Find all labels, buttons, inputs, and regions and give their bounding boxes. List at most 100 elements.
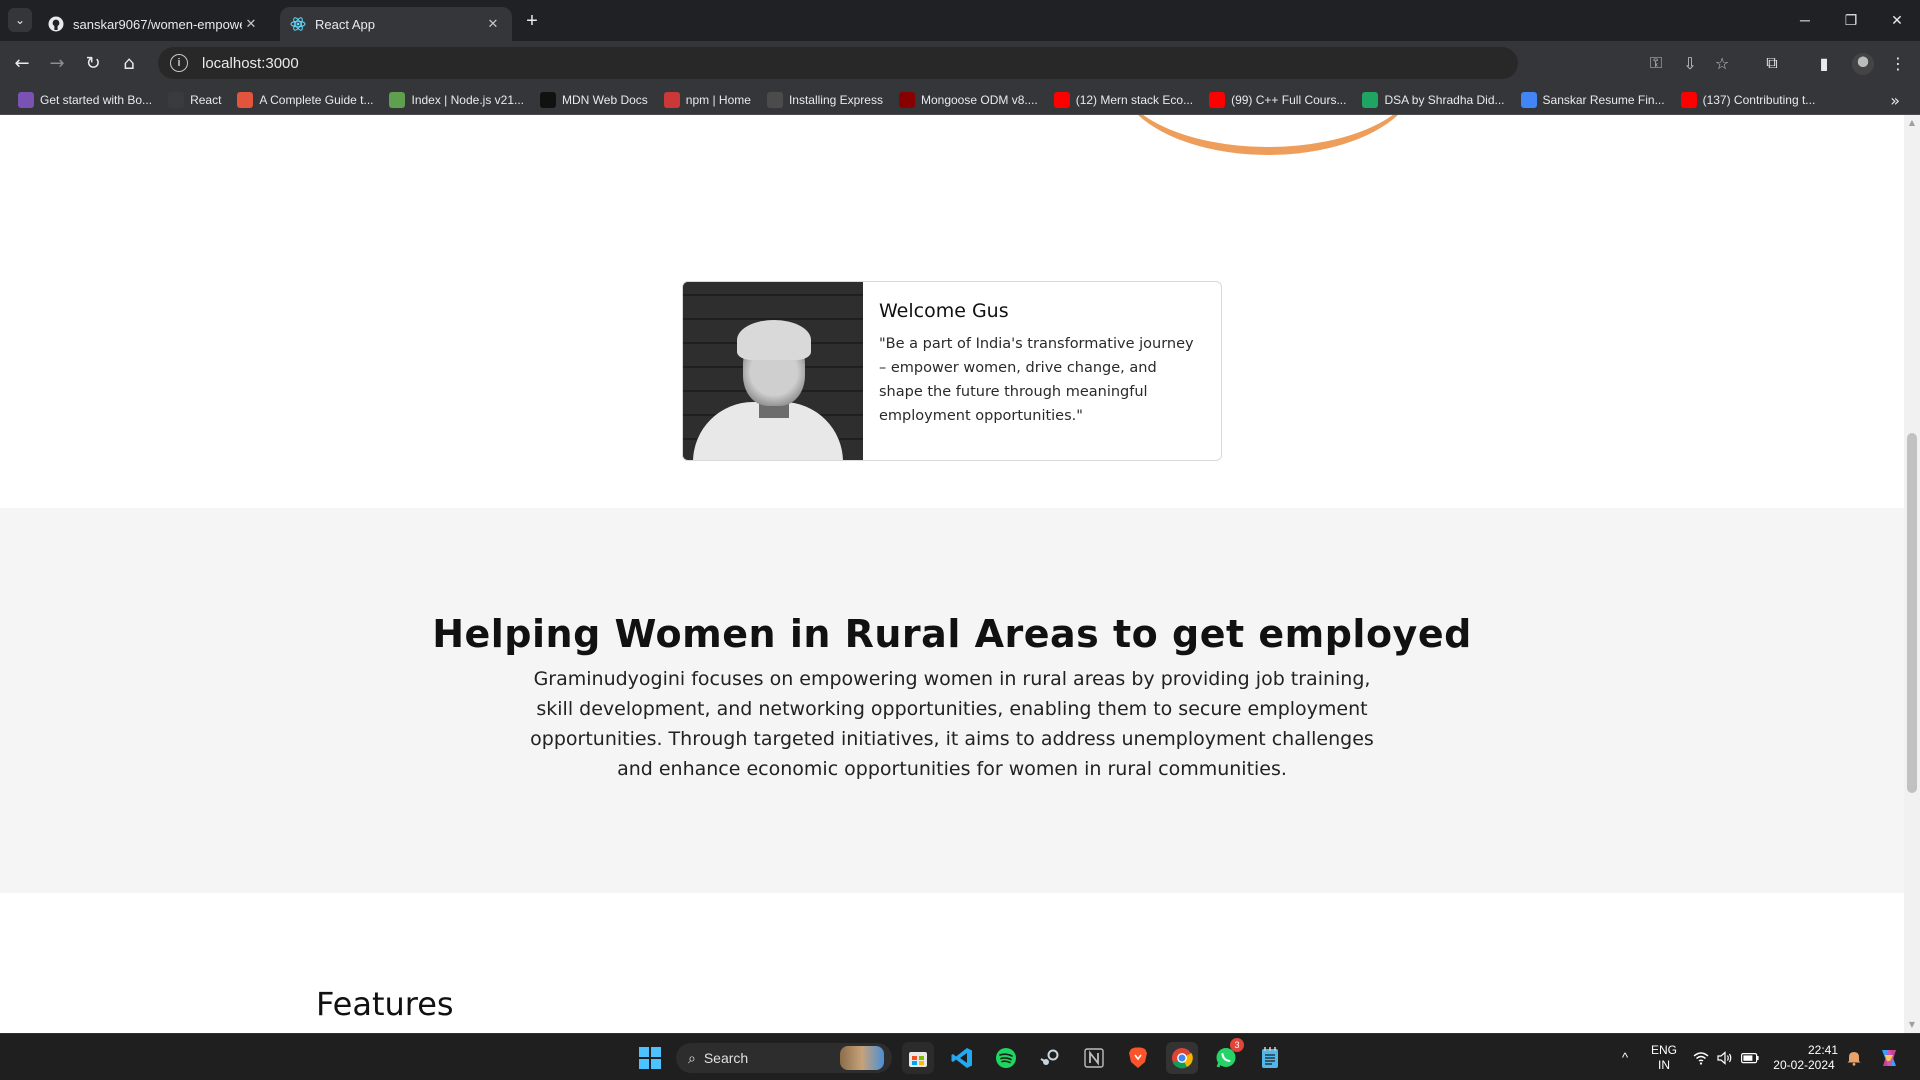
notion-icon[interactable] xyxy=(1078,1042,1110,1074)
volume-icon[interactable] xyxy=(1714,1034,1736,1080)
whatsapp-notification-badge: 3 xyxy=(1230,1038,1244,1052)
password-key-icon[interactable]: ⚿ xyxy=(1642,49,1670,77)
profile-avatar[interactable] xyxy=(1852,53,1874,75)
language-indicator[interactable]: ENG IN xyxy=(1648,1034,1680,1080)
taskbar-search-box[interactable]: ⌕ Search xyxy=(676,1043,892,1073)
restore-window-icon[interactable]: ❐ xyxy=(1828,4,1874,36)
forward-arrow-icon[interactable]: → xyxy=(43,49,71,77)
brave-browser-icon[interactable] xyxy=(1122,1042,1154,1074)
welcome-quote: "Be a part of India's transformative jou… xyxy=(879,336,1194,424)
scrollbar-thumb[interactable] xyxy=(1907,433,1917,793)
search-icon: ⌕ xyxy=(688,1049,696,1066)
welcome-title: Welcome Gus xyxy=(879,300,1009,322)
star-burst-icon xyxy=(237,91,254,108)
bookmark-item[interactable]: MDN Web Docs xyxy=(532,87,656,113)
whatsapp-icon[interactable]: 3 xyxy=(1210,1038,1244,1074)
bookmark-label: React xyxy=(190,92,222,107)
tab-github[interactable]: sanskar9067/women-empowerm ✕ xyxy=(38,7,270,41)
youtube-icon xyxy=(1209,91,1226,108)
bookmark-item[interactable]: A Complete Guide t... xyxy=(229,87,381,113)
region-code: IN xyxy=(1658,1057,1670,1072)
mdn-icon xyxy=(540,91,556,108)
clock-time: 22:41 xyxy=(1807,1042,1838,1057)
show-hidden-icons-chevron-icon[interactable]: ^ xyxy=(1612,1034,1638,1080)
close-window-icon[interactable]: ✕ xyxy=(1874,4,1920,36)
nodejs-icon xyxy=(389,91,406,108)
chrome-icon[interactable] xyxy=(1166,1042,1198,1074)
features-heading: Features xyxy=(316,985,454,1023)
steam-icon[interactable] xyxy=(1034,1042,1066,1074)
bookmark-item[interactable]: Installing Express xyxy=(759,87,891,113)
new-tab-button[interactable]: + xyxy=(520,9,544,33)
bookmark-label: MDN Web Docs xyxy=(562,92,648,107)
react-icon xyxy=(168,91,185,108)
more-bookmarks-chevron-icon[interactable]: » xyxy=(1890,87,1900,113)
address-bar[interactable]: i localhost:3000 xyxy=(158,47,1518,79)
mission-heading: Helping Women in Rural Areas to get empl… xyxy=(432,612,1472,656)
vscode-icon[interactable] xyxy=(946,1042,978,1074)
page-scrollbar[interactable]: ▲ ▼ xyxy=(1904,115,1920,1033)
bookmark-label: Sanskar Resume Fin... xyxy=(1542,92,1665,107)
bookmark-item[interactable]: Index | Node.js v21... xyxy=(381,87,532,113)
notification-bell-icon[interactable] xyxy=(1842,1034,1866,1080)
welcome-card: Welcome Gus "Be a part of India's transf… xyxy=(682,281,1222,461)
scroll-down-arrow-icon[interactable]: ▼ xyxy=(1908,1021,1916,1029)
bookmark-item[interactable]: Sanskar Resume Fin... xyxy=(1513,87,1673,113)
page-viewport: Welcome Gus "Be a part of India's transf… xyxy=(0,115,1904,1033)
extensions-puzzle-icon[interactable]: ⧉ xyxy=(1758,49,1786,77)
close-tab-icon[interactable]: ✕ xyxy=(484,15,502,33)
url-text[interactable]: localhost:3000 xyxy=(202,55,299,72)
scroll-up-arrow-icon[interactable]: ▲ xyxy=(1908,119,1916,127)
bookmark-label: Installing Express xyxy=(788,92,883,107)
clock-date: 20-02-2024 xyxy=(1773,1057,1835,1072)
react-icon xyxy=(290,16,306,32)
spotify-icon[interactable] xyxy=(990,1042,1022,1074)
windows-start-icon[interactable] xyxy=(634,1042,666,1074)
battery-icon[interactable] xyxy=(1738,1034,1762,1080)
tab-title: React App xyxy=(315,16,375,32)
tab-react-app[interactable]: React App ✕ xyxy=(280,7,512,41)
bookmark-label: Index | Node.js v21... xyxy=(411,92,524,107)
docs-icon xyxy=(1520,91,1537,108)
windows-taskbar: ⌕ Search 3 ^ ENG IN 22:41 20-02-2024 xyxy=(0,1033,1920,1080)
site-info-icon[interactable]: i xyxy=(170,54,188,72)
bookmark-item[interactable]: React xyxy=(160,87,229,113)
bookmark-item[interactable]: Mongoose ODM v8.... xyxy=(891,87,1046,113)
notepad-icon[interactable] xyxy=(1254,1042,1286,1074)
side-panel-icon[interactable]: ▮ xyxy=(1810,49,1838,77)
bookmark-item[interactable]: (12) Mern stack Eco... xyxy=(1046,87,1201,113)
back-arrow-icon[interactable]: ← xyxy=(8,49,36,77)
reload-icon[interactable]: ↻ xyxy=(79,49,107,77)
user-photo xyxy=(683,282,863,460)
youtube-icon xyxy=(1680,91,1697,108)
bookmark-star-icon[interactable]: ☆ xyxy=(1708,49,1736,77)
bookmark-label: DSA by Shradha Did... xyxy=(1384,92,1505,107)
bookmark-label: A Complete Guide t... xyxy=(259,92,374,107)
copilot-icon[interactable] xyxy=(1874,1034,1904,1080)
install-app-icon[interactable]: ⇩ xyxy=(1676,49,1704,77)
home-icon[interactable]: ⌂ xyxy=(115,49,143,77)
bookmark-label: (99) C++ Full Cours... xyxy=(1231,92,1347,107)
bookmark-item[interactable]: DSA by Shradha Did... xyxy=(1354,87,1512,113)
browser-menu-icon[interactable]: ⋮ xyxy=(1884,49,1912,77)
taskbar-search-label: Search xyxy=(703,1050,749,1066)
tab-search-button[interactable]: ⌄ xyxy=(8,8,32,32)
microsoft-store-icon[interactable] xyxy=(902,1042,934,1074)
bookmark-label: Get started with Bo... xyxy=(40,92,153,107)
tab-title: sanskar9067/women-empowerm xyxy=(73,16,242,32)
npm-icon xyxy=(663,91,680,108)
minimize-window-icon[interactable]: ─ xyxy=(1782,4,1828,36)
search-highlight-image xyxy=(840,1046,884,1070)
bookmark-item[interactable]: (137) Contributing t... xyxy=(1673,87,1824,113)
express-icon xyxy=(766,91,783,108)
browser-toolbar: ← → ↻ ⌂ i localhost:3000 ⚿ ⇩ ☆ ⧉ ▮ ⋮ xyxy=(0,41,1920,85)
mission-section: Helping Women in Rural Areas to get empl… xyxy=(0,508,1904,893)
wifi-icon[interactable] xyxy=(1690,1034,1712,1080)
bookmark-item[interactable]: npm | Home xyxy=(656,87,759,113)
mission-description: Graminudyogini focuses on empowering wom… xyxy=(530,668,1374,780)
bookmark-item[interactable]: Get started with Bo... xyxy=(10,87,160,113)
github-icon xyxy=(48,16,64,32)
system-clock[interactable]: 22:41 20-02-2024 xyxy=(1770,1034,1838,1080)
bookmark-item[interactable]: (99) C++ Full Cours... xyxy=(1201,87,1354,113)
close-tab-icon[interactable]: ✕ xyxy=(242,15,260,33)
